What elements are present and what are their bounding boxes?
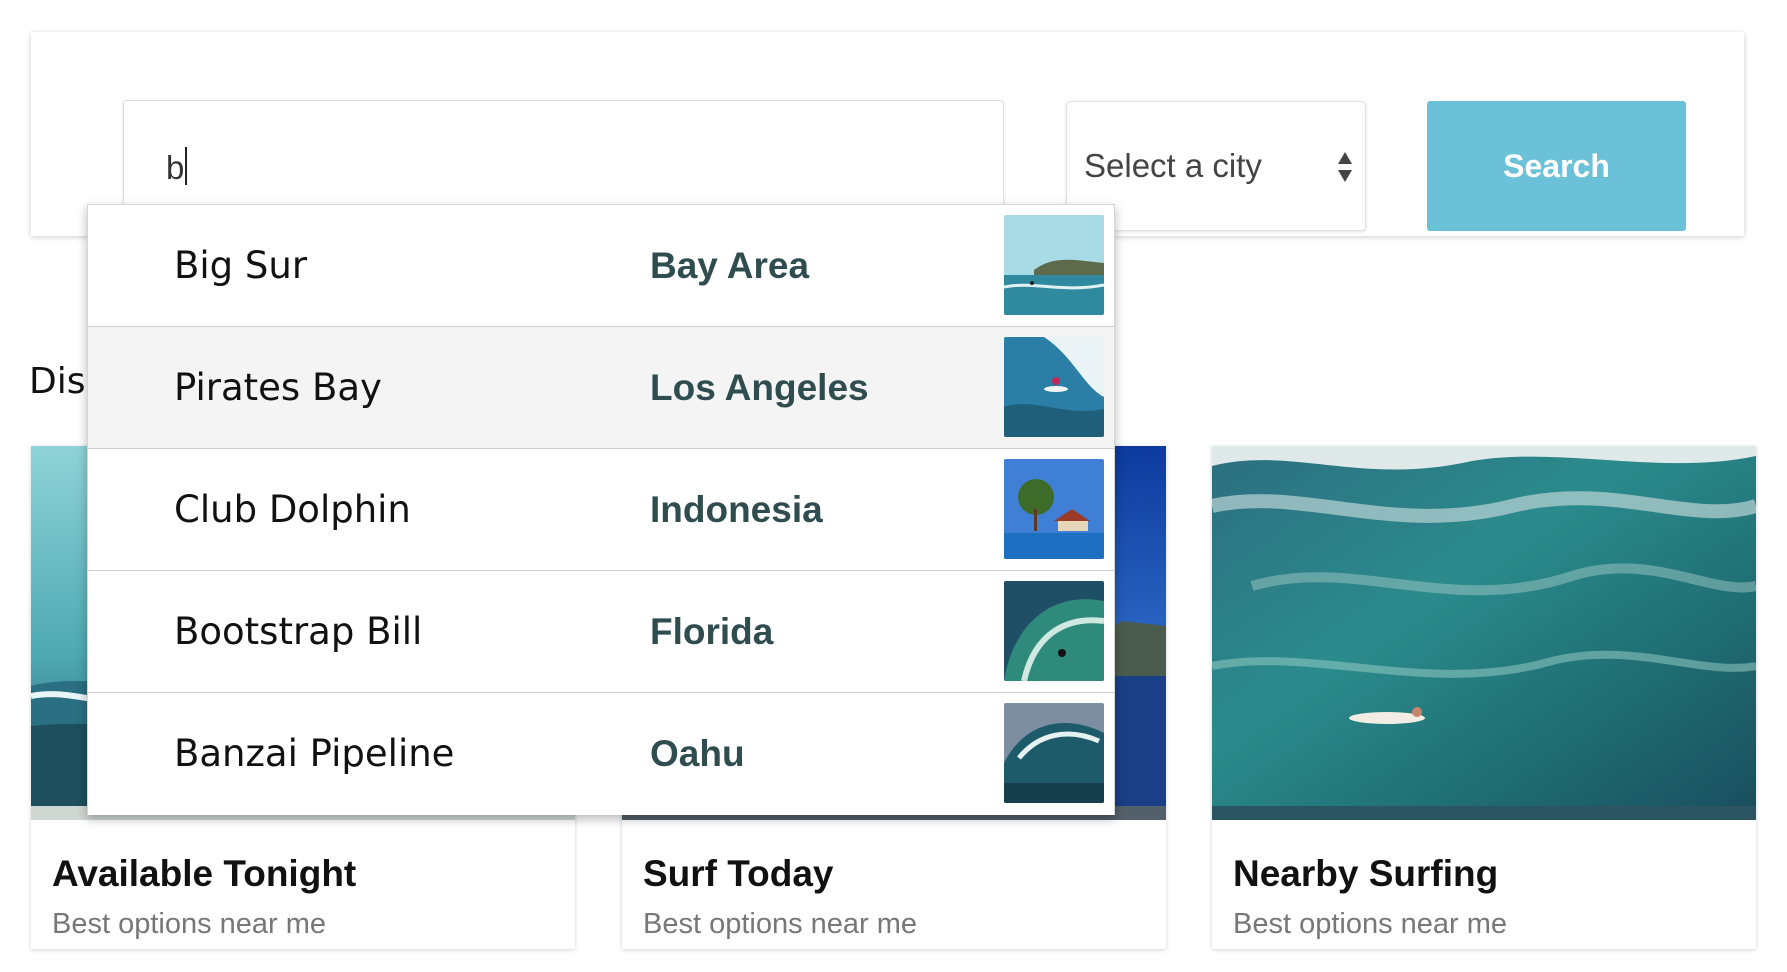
suggestion-region: Los Angeles — [650, 367, 869, 408]
suggestion-region: Bay Area — [650, 245, 810, 286]
suggestion-item[interactable]: Pirates Bay Los Angeles — [88, 327, 1114, 449]
card-subtitle: Best options near me — [52, 908, 327, 940]
suggestion-item[interactable]: Banzai Pipeline Oahu — [88, 693, 1114, 815]
suggestion-item[interactable]: Bootstrap Bill Florida — [88, 571, 1114, 693]
city-select-label: Select a city — [1084, 147, 1262, 184]
suggestion-spot: Pirates Bay — [174, 366, 382, 409]
suggestion-region: Florida — [650, 611, 774, 652]
surfer-wave-photo — [1004, 337, 1104, 437]
autocomplete-dropdown: Big Sur Bay Area Pirates Bay Los Angeles — [87, 204, 1115, 815]
card-title: Surf Today — [643, 853, 834, 894]
search-input-value: b — [166, 147, 188, 188]
select-arrows-icon — [1337, 150, 1353, 184]
resort-pool-photo — [1004, 459, 1104, 559]
pipeline-wave-photo — [1004, 703, 1104, 803]
suggestion-spot: Club Dolphin — [174, 488, 411, 531]
text-caret — [185, 147, 188, 185]
card-nearby-surfing[interactable]: Nearby Surfing Best options near me — [1212, 446, 1756, 949]
card-photo — [1212, 446, 1756, 820]
suggestion-spot: Banzai Pipeline — [174, 732, 455, 775]
suggestion-item[interactable]: Club Dolphin Indonesia — [88, 449, 1114, 571]
card-subtitle: Best options near me — [1233, 908, 1508, 940]
barrel-wave-photo — [1004, 581, 1104, 681]
card-title: Nearby Surfing — [1233, 853, 1499, 894]
surfer-coast-photo — [1004, 215, 1104, 315]
suggestion-spot: Bootstrap Bill — [174, 610, 423, 653]
search-button[interactable]: Search — [1427, 101, 1686, 231]
suggestion-region: Indonesia — [650, 489, 823, 530]
suggestion-item[interactable]: Big Sur Bay Area — [88, 205, 1114, 327]
suggestion-region: Oahu — [650, 733, 745, 774]
card-subtitle: Best options near me — [643, 908, 918, 940]
suggestion-spot: Big Sur — [174, 244, 308, 287]
card-title: Available Tonight — [52, 853, 357, 894]
